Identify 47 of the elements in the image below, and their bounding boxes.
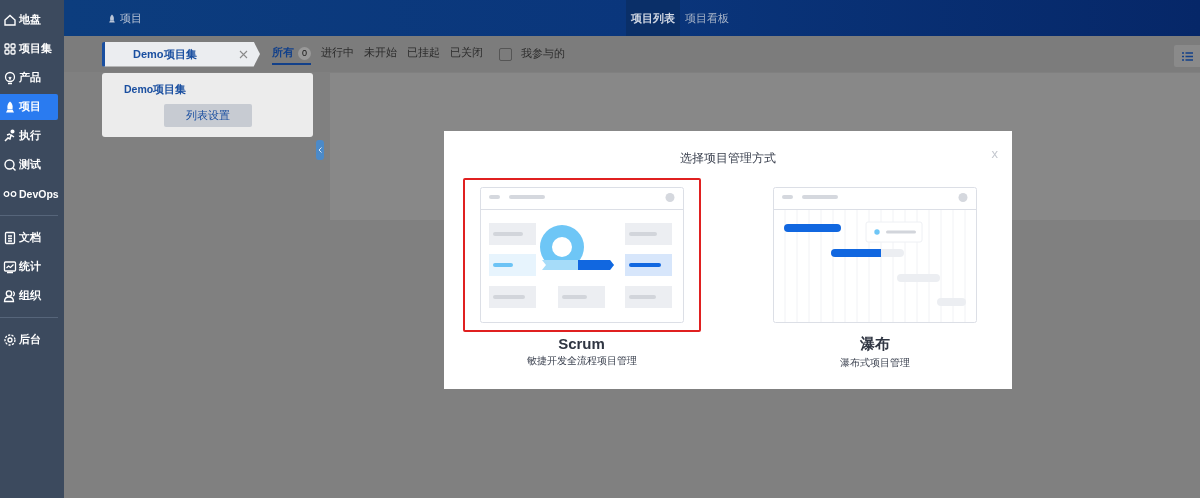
filter-tab[interactable]: 已关闭 xyxy=(450,43,483,65)
nav-icon xyxy=(3,230,17,245)
filter-tab[interactable]: 已挂起 xyxy=(407,43,440,65)
dialog-title: 选择项目管理方式 xyxy=(680,151,776,166)
nav-icon xyxy=(3,128,17,143)
nav-icon xyxy=(3,12,17,27)
sidebar-item[interactable]: 后台 xyxy=(0,326,58,353)
close-icon[interactable] xyxy=(239,49,248,59)
nav-icon xyxy=(3,70,17,85)
sidebar-item[interactable]: 项目集 xyxy=(0,35,58,62)
sidebar-item[interactable]: 项目 xyxy=(0,93,58,120)
project-icon xyxy=(107,12,117,24)
mode-description: 瀑布式项目管理 xyxy=(839,356,910,370)
count-badge: 0 xyxy=(298,46,311,60)
mode-name: 瀑布 xyxy=(859,335,890,354)
list-view-button[interactable] xyxy=(1174,45,1200,67)
list-icon xyxy=(1181,51,1193,61)
checkbox-label: 我参与的 xyxy=(521,47,565,61)
sidebar-item[interactable]: 产品 xyxy=(0,64,58,91)
nav-icon xyxy=(3,41,17,56)
mode-name: Scrum xyxy=(558,335,605,352)
sidebar-item[interactable]: 执行 xyxy=(0,122,58,149)
filter-tab[interactable]: 所有 0 xyxy=(272,43,311,65)
checkbox[interactable] xyxy=(499,47,512,61)
nav-tab[interactable]: 项目看板 xyxy=(680,0,734,36)
nav-icon xyxy=(3,288,17,303)
sidebar-item[interactable]: 统计 xyxy=(0,253,58,280)
chevron-left-icon xyxy=(318,147,322,153)
nav-icon xyxy=(3,332,17,347)
nav-tab[interactable]: 项目列表 xyxy=(626,0,680,36)
program-tab[interactable]: Demo项目集 xyxy=(102,41,260,67)
nav-icon xyxy=(3,157,17,172)
breadcrumb: 项目 xyxy=(120,10,142,26)
sidebar-item[interactable]: 测试 xyxy=(0,151,58,178)
filter-tab[interactable]: 未开始 xyxy=(364,43,397,65)
mode-option[interactable] xyxy=(462,178,701,332)
list-settings-button[interactable]: 列表设置 xyxy=(163,104,252,127)
panel-title: Demo项目集 xyxy=(124,83,187,97)
nav-icon xyxy=(3,99,17,114)
nav-icon xyxy=(3,259,17,274)
sidebar-item[interactable]: 地盘 xyxy=(0,6,58,33)
mode-description: 敏捷开发全流程项目管理 xyxy=(526,354,637,368)
sidebar-item[interactable]: 文档 xyxy=(0,224,58,251)
filter-tab[interactable]: 进行中 xyxy=(321,43,354,65)
sidebar-item[interactable]: 组织 xyxy=(0,282,58,309)
sidebar-item[interactable]: DevOps xyxy=(0,180,58,207)
collapse-handle[interactable] xyxy=(316,140,324,160)
